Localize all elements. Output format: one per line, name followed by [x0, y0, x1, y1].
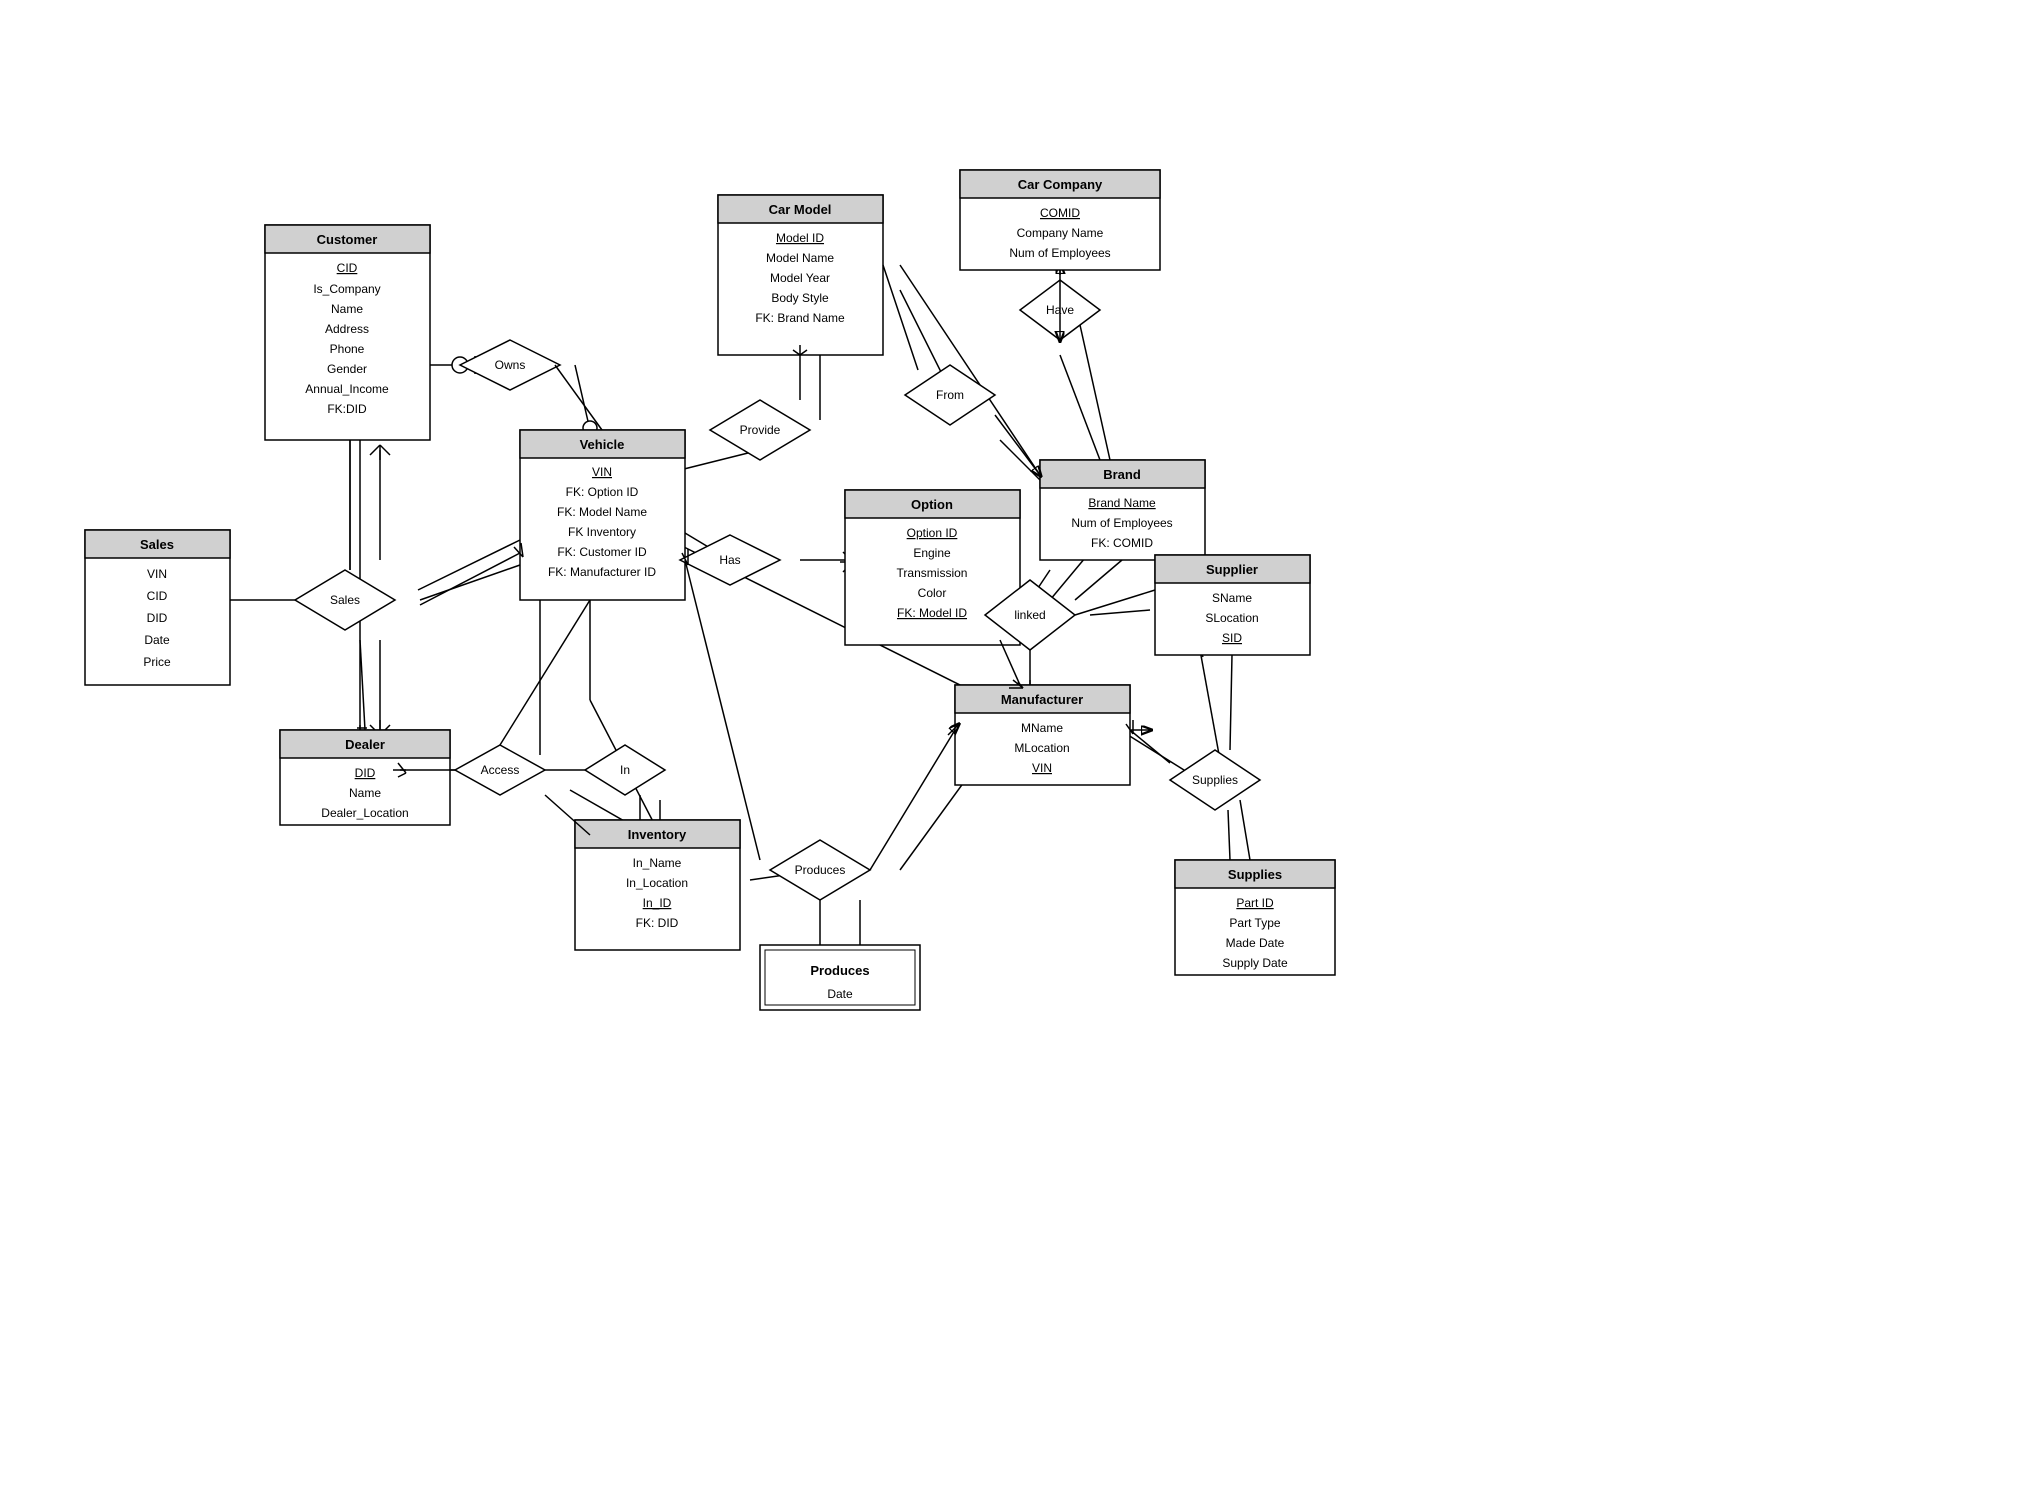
inventory-attr2: In_Location [626, 876, 688, 890]
inventory-attr3: FK: DID [636, 916, 679, 930]
option-attr1: Engine [913, 546, 951, 560]
sales-attr-date: Date [144, 633, 170, 647]
manufacturer-attr2: MLocation [1014, 741, 1069, 755]
has-relationship: Has [680, 535, 780, 585]
sales-rel-label: Sales [330, 593, 360, 607]
option-attr3: Color [918, 586, 947, 600]
inventory-attr1: In_Name [633, 856, 682, 870]
supplier-title: Supplier [1206, 562, 1258, 577]
sales-title: Sales [140, 537, 174, 552]
carmodel-attr3: Body Style [771, 291, 829, 305]
provide-rel-label: Provide [740, 423, 781, 437]
supplier-pk: SID [1222, 631, 1242, 645]
in-relationship: In [585, 745, 665, 795]
carcompany-attr1: Company Name [1017, 226, 1104, 240]
produces-relationship: Produces [770, 840, 870, 900]
carmodel-pk: Model ID [776, 231, 824, 245]
vehicle-attr3: FK Inventory [568, 525, 636, 539]
sales-entity: Sales VIN CID DID Date Price [85, 530, 230, 685]
carmodel-attr2: Model Year [770, 271, 830, 285]
manufacturer-attr1: MName [1021, 721, 1063, 735]
customer-attr4: Phone [330, 342, 365, 356]
sales-relationship: Sales [295, 570, 395, 630]
has-rel-label: Has [719, 553, 740, 567]
customer-attr7: FK:DID [327, 402, 367, 416]
brand-entity: Brand Brand Name Num of Employees FK: CO… [1040, 460, 1205, 560]
option-attr2: Transmission [897, 566, 968, 580]
brand-pk: Brand Name [1088, 496, 1156, 510]
sales-attr-vin: VIN [147, 567, 167, 581]
access-relationship: Access [455, 745, 545, 795]
supplies-rel-label: Supplies [1192, 773, 1238, 787]
supplier-attr2: SLocation [1205, 611, 1258, 625]
provide-relationship: Provide [710, 400, 810, 460]
supplies-entity: Supplies Part ID Part Type Made Date Sup… [1175, 860, 1335, 975]
produces-title: Produces [810, 963, 869, 978]
vehicle-title: Vehicle [580, 437, 625, 452]
owns-rel-label: Owns [495, 358, 526, 372]
inventory-entity: Inventory In_Name In_Location In_ID FK: … [575, 820, 740, 950]
vehicle-attr1: FK: Option ID [566, 485, 639, 499]
carmodel-attr4: FK: Brand Name [755, 311, 845, 325]
er-diagram: Sales VIN CID DID Date Price Customer CI… [0, 0, 2018, 1487]
option-title: Option [911, 497, 953, 512]
produces-attr1: Date [827, 987, 853, 1001]
carcompany-attr2: Num of Employees [1009, 246, 1110, 260]
option-attr4: FK: Model ID [897, 606, 967, 620]
dealer-pk: DID [355, 766, 376, 780]
owns-relationship: Owns [460, 340, 560, 390]
sales-attr-price: Price [143, 655, 171, 669]
brand-attr2: FK: COMID [1091, 536, 1153, 550]
customer-pk: CID [337, 261, 358, 275]
supplies-pk: Part ID [1236, 896, 1274, 910]
supplies-title: Supplies [1228, 867, 1282, 882]
manufacturer-title: Manufacturer [1001, 692, 1083, 707]
customer-attr1: Is_Company [313, 282, 380, 296]
vehicle-attr4: FK: Customer ID [557, 545, 647, 559]
supplies-attr1: Part Type [1229, 916, 1280, 930]
vehicle-pk: VIN [592, 465, 612, 479]
vehicle-entity: Vehicle VIN FK: Option ID FK: Model Name… [520, 430, 685, 600]
produces-entity: Produces Date [760, 945, 920, 1010]
customer-attr6: Annual_Income [305, 382, 389, 396]
in-rel-label: In [620, 763, 630, 777]
inventory-title: Inventory [628, 827, 687, 842]
linked-rel-label: linked [1014, 608, 1045, 622]
brand-attr1: Num of Employees [1071, 516, 1172, 530]
customer-attr2: Name [331, 302, 363, 316]
manufacturer-entity: Manufacturer MName MLocation VIN [955, 685, 1130, 785]
from-relationship: From [905, 365, 995, 425]
carmodel-title: Car Model [769, 202, 832, 217]
carcompany-title: Car Company [1018, 177, 1103, 192]
carcompany-entity: Car Company COMID Company Name Num of Em… [960, 170, 1160, 270]
sales-attr-did: DID [147, 611, 168, 625]
carmodel-entity: Car Model Model ID Model Name Model Year… [718, 195, 883, 355]
customer-attr3: Address [325, 322, 369, 336]
supplier-attr1: SName [1212, 591, 1252, 605]
produces-rel-label: Produces [795, 863, 846, 877]
carmodel-attr1: Model Name [766, 251, 834, 265]
supplies-relationship: Supplies [1170, 750, 1260, 810]
carcompany-pk: COMID [1040, 206, 1080, 220]
supplies-attr2: Made Date [1226, 936, 1285, 950]
customer-entity: Customer CID Is_Company Name Address Pho… [265, 225, 430, 440]
vehicle-attr5: FK: Manufacturer ID [548, 565, 656, 579]
inventory-pk: In_ID [643, 896, 672, 910]
brand-title: Brand [1103, 467, 1141, 482]
manufacturer-pk: VIN [1032, 761, 1052, 775]
customer-attr5: Gender [327, 362, 367, 376]
customer-title: Customer [317, 232, 378, 247]
dealer-attr1: Name [349, 786, 381, 800]
vehicle-attr2: FK: Model Name [557, 505, 647, 519]
option-pk: Option ID [907, 526, 958, 540]
supplies-attr3: Supply Date [1222, 956, 1288, 970]
dealer-title: Dealer [345, 737, 385, 752]
dealer-entity: Dealer DID Name Dealer_Location [280, 730, 450, 825]
sales-attr-cid: CID [147, 589, 168, 603]
supplier-entity: Supplier SName SLocation SID [1155, 555, 1310, 655]
access-rel-label: Access [481, 763, 520, 777]
dealer-attr2: Dealer_Location [321, 806, 408, 820]
from-rel-label: From [936, 388, 964, 402]
